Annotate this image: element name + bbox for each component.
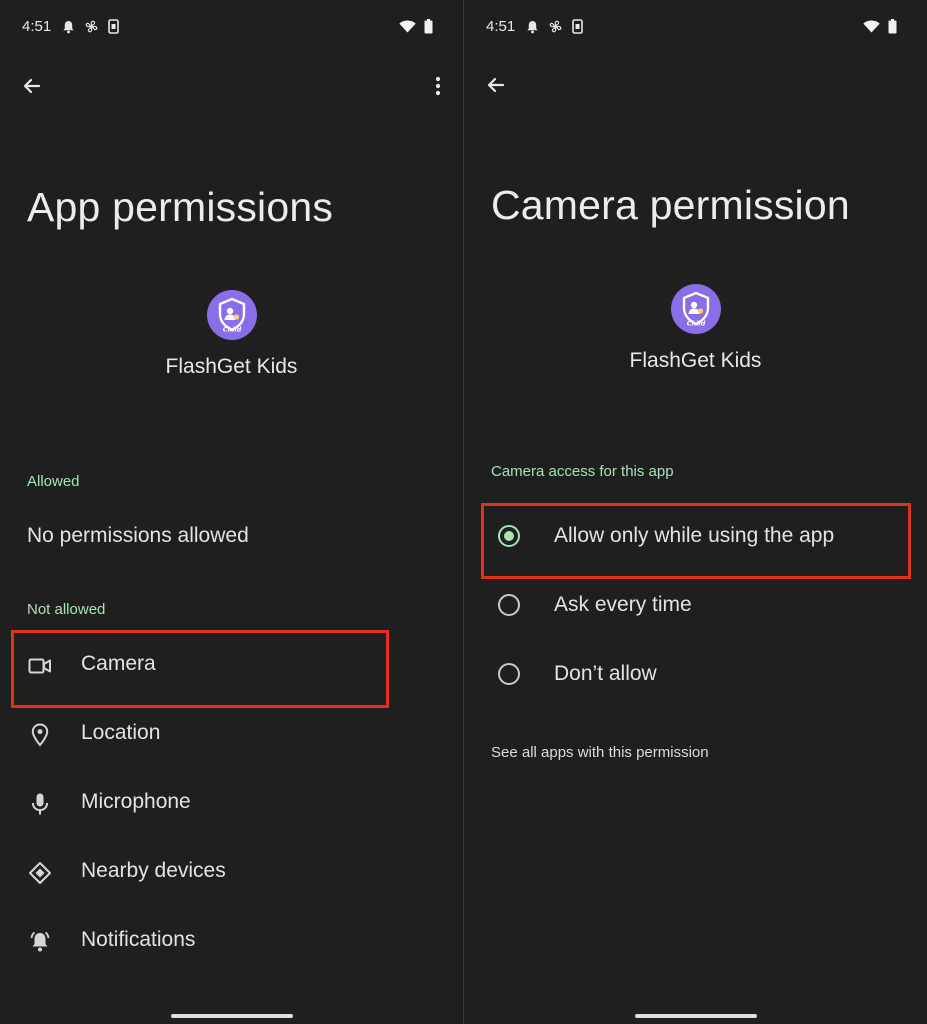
not-allowed-section-label: Not allowed bbox=[27, 601, 106, 618]
location-icon bbox=[27, 722, 53, 748]
permission-label: Location bbox=[81, 721, 161, 744]
permission-row-location[interactable]: Location bbox=[0, 704, 463, 764]
status-bar: 4:51 bbox=[0, 12, 463, 42]
flashget-kids-app-icon: Child bbox=[207, 290, 257, 340]
fan-icon bbox=[85, 20, 98, 33]
wifi-icon bbox=[863, 20, 880, 33]
wifi-icon bbox=[399, 20, 416, 33]
option-label: Ask every time bbox=[554, 593, 692, 616]
permission-label: Notifications bbox=[81, 928, 196, 951]
status-bar: 4:51 bbox=[464, 12, 927, 42]
svg-text:Child: Child bbox=[223, 326, 242, 334]
page-title: Camera permission bbox=[491, 182, 850, 228]
permission-row-nearby-devices[interactable]: Nearby devices bbox=[0, 842, 463, 902]
see-all-apps-link[interactable]: See all apps with this permission bbox=[491, 744, 709, 761]
back-arrow-icon[interactable] bbox=[18, 72, 46, 100]
battery-icon bbox=[888, 19, 897, 34]
option-label: Don’t allow bbox=[554, 662, 657, 685]
page-title: App permissions bbox=[27, 184, 334, 230]
radio-button[interactable] bbox=[498, 594, 520, 616]
permission-row-notifications[interactable]: Notifications bbox=[0, 911, 463, 971]
radio-button[interactable] bbox=[498, 663, 520, 685]
permission-label: Microphone bbox=[81, 790, 191, 813]
app-permissions-screen: 4:51 App permissions Child FlashGet Kids… bbox=[0, 0, 463, 1024]
flashget-kids-app-icon: Child bbox=[671, 284, 721, 334]
camera-icon bbox=[27, 653, 53, 679]
permission-label: Nearby devices bbox=[81, 859, 226, 882]
more-options-icon[interactable] bbox=[424, 72, 452, 100]
status-time: 4:51 bbox=[486, 18, 516, 35]
option-label: Allow only while using the app bbox=[554, 524, 835, 547]
permission-row-camera[interactable]: Camera bbox=[0, 635, 463, 695]
bell-icon bbox=[63, 20, 74, 33]
gesture-navigation-bar[interactable] bbox=[171, 1014, 293, 1018]
option-allow-while-using[interactable]: Allow only while using the app bbox=[464, 506, 927, 566]
sim-icon bbox=[572, 19, 583, 34]
bell-icon bbox=[527, 20, 538, 33]
app-name: FlashGet Kids bbox=[165, 355, 298, 378]
gesture-navigation-bar[interactable] bbox=[635, 1014, 757, 1018]
svg-text:Child: Child bbox=[687, 320, 706, 328]
battery-icon bbox=[424, 19, 433, 34]
status-time: 4:51 bbox=[22, 18, 52, 35]
back-arrow-icon[interactable] bbox=[482, 71, 510, 99]
screenshot-canvas: 4:51 App permissions Child FlashGet Kids… bbox=[0, 0, 927, 1024]
microphone-icon bbox=[27, 791, 53, 817]
fan-icon bbox=[549, 20, 562, 33]
nearby-devices-icon bbox=[27, 860, 53, 886]
no-permissions-text: No permissions allowed bbox=[27, 524, 249, 547]
allowed-section-label: Allowed bbox=[27, 473, 80, 490]
option-dont-allow[interactable]: Don’t allow bbox=[464, 644, 927, 704]
camera-access-section-label: Camera access for this app bbox=[491, 463, 674, 480]
app-name: FlashGet Kids bbox=[629, 349, 762, 372]
camera-permission-screen: 4:51 Camera permission Child FlashGet Ki… bbox=[464, 0, 927, 1024]
permission-label: Camera bbox=[81, 652, 156, 675]
permission-row-microphone[interactable]: Microphone bbox=[0, 773, 463, 833]
sim-icon bbox=[108, 19, 119, 34]
notification-bell-icon bbox=[27, 929, 53, 955]
option-ask-every-time[interactable]: Ask every time bbox=[464, 575, 927, 635]
radio-button-selected[interactable] bbox=[498, 525, 520, 547]
